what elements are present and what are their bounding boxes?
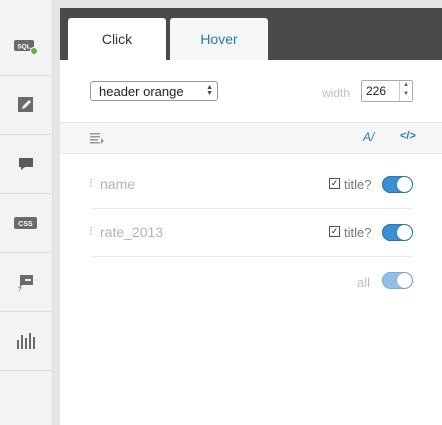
chart-icon xyxy=(16,332,36,350)
sidebar-item-infowindow[interactable] xyxy=(0,135,52,194)
title-checkbox[interactable]: ✓ xyxy=(329,178,340,189)
template-select-value: header orange xyxy=(99,84,184,99)
width-label: width xyxy=(322,86,351,100)
svg-text:?: ? xyxy=(18,287,22,292)
toggle-knob xyxy=(397,273,412,288)
fields-toolbar: A/ </> xyxy=(60,122,442,154)
field-name: name xyxy=(100,176,136,192)
title-checkbox-label: title? xyxy=(344,177,372,192)
template-select[interactable]: header orange ▲ ▼ xyxy=(90,81,218,101)
sidebar-rail: SQL CSS ? xyxy=(0,0,53,425)
legend-icon: ? xyxy=(16,272,36,292)
sidebar-item-edit[interactable] xyxy=(0,76,52,135)
toggle-knob xyxy=(397,177,412,192)
title-checkbox[interactable]: ✓ xyxy=(329,226,340,237)
sidebar-item-css[interactable]: CSS xyxy=(0,194,52,253)
sidebar-item-legend[interactable]: ? xyxy=(0,253,52,312)
tab-hover[interactable]: Hover xyxy=(170,18,268,60)
edit-icon xyxy=(17,96,35,114)
infowindow-icon xyxy=(17,155,35,173)
width-stepper-icon[interactable]: ▲ ▼ xyxy=(399,81,412,101)
custom-html-button[interactable]: </> xyxy=(400,130,416,142)
title-checkbox-label: title? xyxy=(344,225,372,240)
list-icon[interactable] xyxy=(90,131,104,149)
css-icon-text: CSS xyxy=(18,221,33,228)
css-icon: CSS xyxy=(14,216,38,230)
select-arrows-icon: ▲ ▼ xyxy=(206,84,213,97)
field-name: rate_2013 xyxy=(100,224,164,240)
tab-click[interactable]: Click xyxy=(68,18,166,60)
width-input-value: 226 xyxy=(366,84,387,98)
all-fields-toggle[interactable] xyxy=(382,272,413,289)
width-input[interactable]: 226 ▲ ▼ xyxy=(361,80,413,102)
sql-icon-text: SQL xyxy=(17,44,30,51)
sidebar-item-charts[interactable] xyxy=(0,312,52,371)
field-row-rate_2013: • • • rate_2013 ✓ title? xyxy=(90,208,413,257)
sql-icon: SQL xyxy=(14,38,38,54)
sidebar-item-sql[interactable]: SQL xyxy=(0,17,52,76)
template-controls: header orange ▲ ▼ width 226 ▲ ▼ xyxy=(60,60,442,122)
alphabetical-sort-button[interactable]: A/ xyxy=(363,130,374,144)
toggle-knob xyxy=(397,225,412,240)
drag-handle-icon[interactable]: • • • xyxy=(90,226,93,238)
field-row-name: • • • name ✓ title? xyxy=(90,160,413,209)
all-fields-label: all xyxy=(357,275,371,290)
tab-bar: Click Hover xyxy=(60,8,442,60)
infowindow-panel: Click Hover header orange ▲ ▼ width 226 ▲… xyxy=(60,8,442,425)
drag-handle-icon[interactable]: • • • xyxy=(90,178,93,190)
field-toggle[interactable] xyxy=(382,176,413,193)
field-toggle[interactable] xyxy=(382,224,413,241)
